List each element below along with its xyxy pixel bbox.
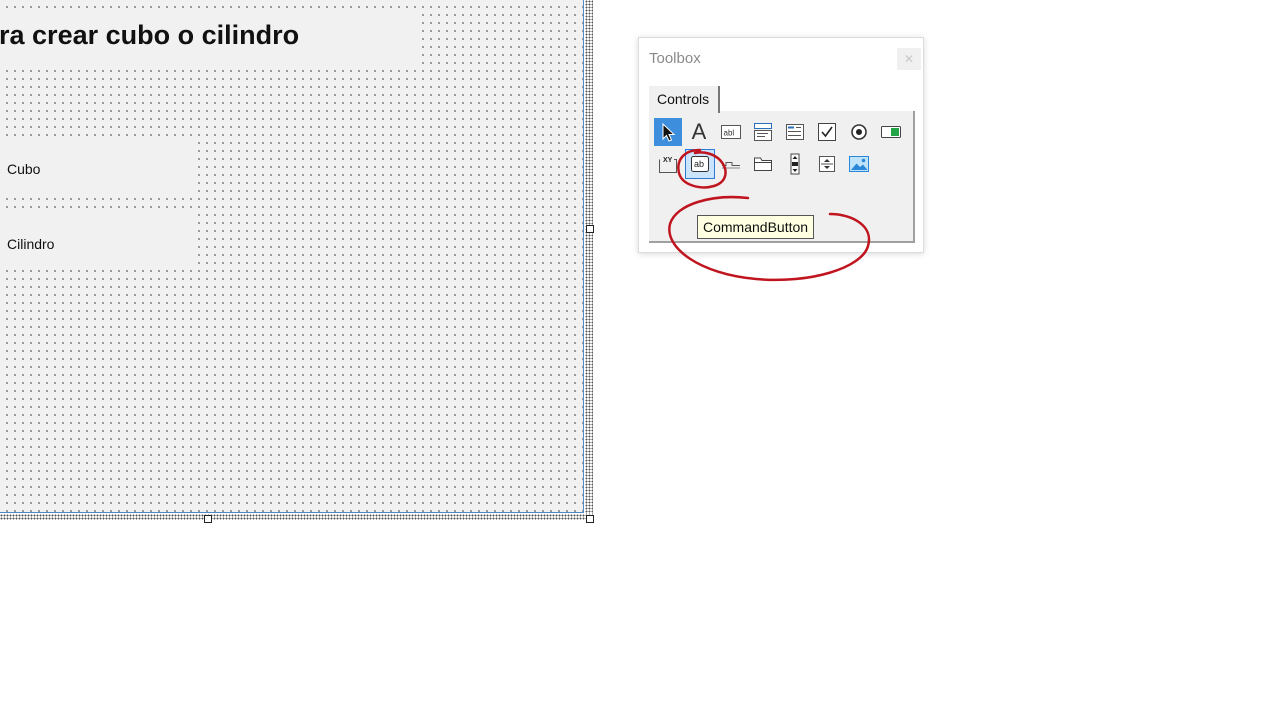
image-icon [849,156,869,172]
togglebutton-icon [881,126,901,138]
userform-canvas[interactable]: ara crear cubo o cilindro Cubo Cilindro [0,0,584,513]
tab-controls-label: Controls [657,91,710,107]
commandbutton-icon: ab [691,156,709,172]
listbox-tool[interactable] [781,118,809,146]
option-cilindro-label: Cilindro [7,236,55,252]
resize-handle-corner[interactable] [586,515,594,523]
tab-controls[interactable]: Controls [649,86,720,113]
textbox-tool[interactable]: abl [717,118,745,146]
form-title-label[interactable]: ara crear cubo o cilindro [0,12,420,70]
checkbox-icon [818,123,836,141]
option-cubo[interactable]: Cubo [0,138,198,198]
optionbutton-tool[interactable] [845,118,873,146]
combobox-icon [754,123,772,141]
select-objects-icon [662,122,676,142]
multipage-icon [754,157,772,171]
form-resize-border-right[interactable] [585,0,593,518]
label-tool[interactable]: A [685,118,713,146]
tabstrip-icon [722,162,740,169]
spinbutton-tool[interactable] [813,150,841,178]
togglebutton-tool[interactable] [877,118,905,146]
svg-text:abl: abl [724,129,735,138]
multipage-tool[interactable] [749,150,777,178]
combobox-tool[interactable] [749,118,777,146]
spinbutton-icon [819,156,835,172]
commandbutton-tooltip: CommandButton [697,215,815,239]
userform-designer: ara crear cubo o cilindro Cubo Cilindro [0,0,596,523]
scrollbar-tool[interactable] [781,150,809,178]
frame-tool[interactable]: XY [654,150,682,178]
frame-icon: XY [659,157,677,173]
optionbutton-icon [851,124,867,140]
checkbox-tool[interactable] [813,118,841,146]
form-resize-border-bottom[interactable] [0,514,593,520]
image-tool[interactable] [845,150,873,178]
form-title-text: ara crear cubo o cilindro [0,20,300,50]
svg-text:XY: XY [663,157,673,164]
close-button[interactable]: ✕ [897,48,921,70]
select-objects-tool[interactable] [654,118,682,146]
resize-handle-bottom[interactable] [204,515,212,523]
tabstrip-tool[interactable] [717,150,745,178]
resize-handle-right[interactable] [586,225,594,233]
svg-text:ab: ab [694,159,704,169]
option-cubo-label: Cubo [7,161,41,177]
commandbutton-tool[interactable]: ab [685,149,715,179]
textbox-icon: abl [721,125,741,139]
label-icon: A [691,119,707,144]
close-icon: ✕ [903,52,915,66]
listbox-icon [786,124,804,140]
scrollbar-icon [790,153,800,175]
option-cilindro[interactable]: Cilindro [0,212,198,270]
toolbox-title: Toolbox [649,50,701,67]
